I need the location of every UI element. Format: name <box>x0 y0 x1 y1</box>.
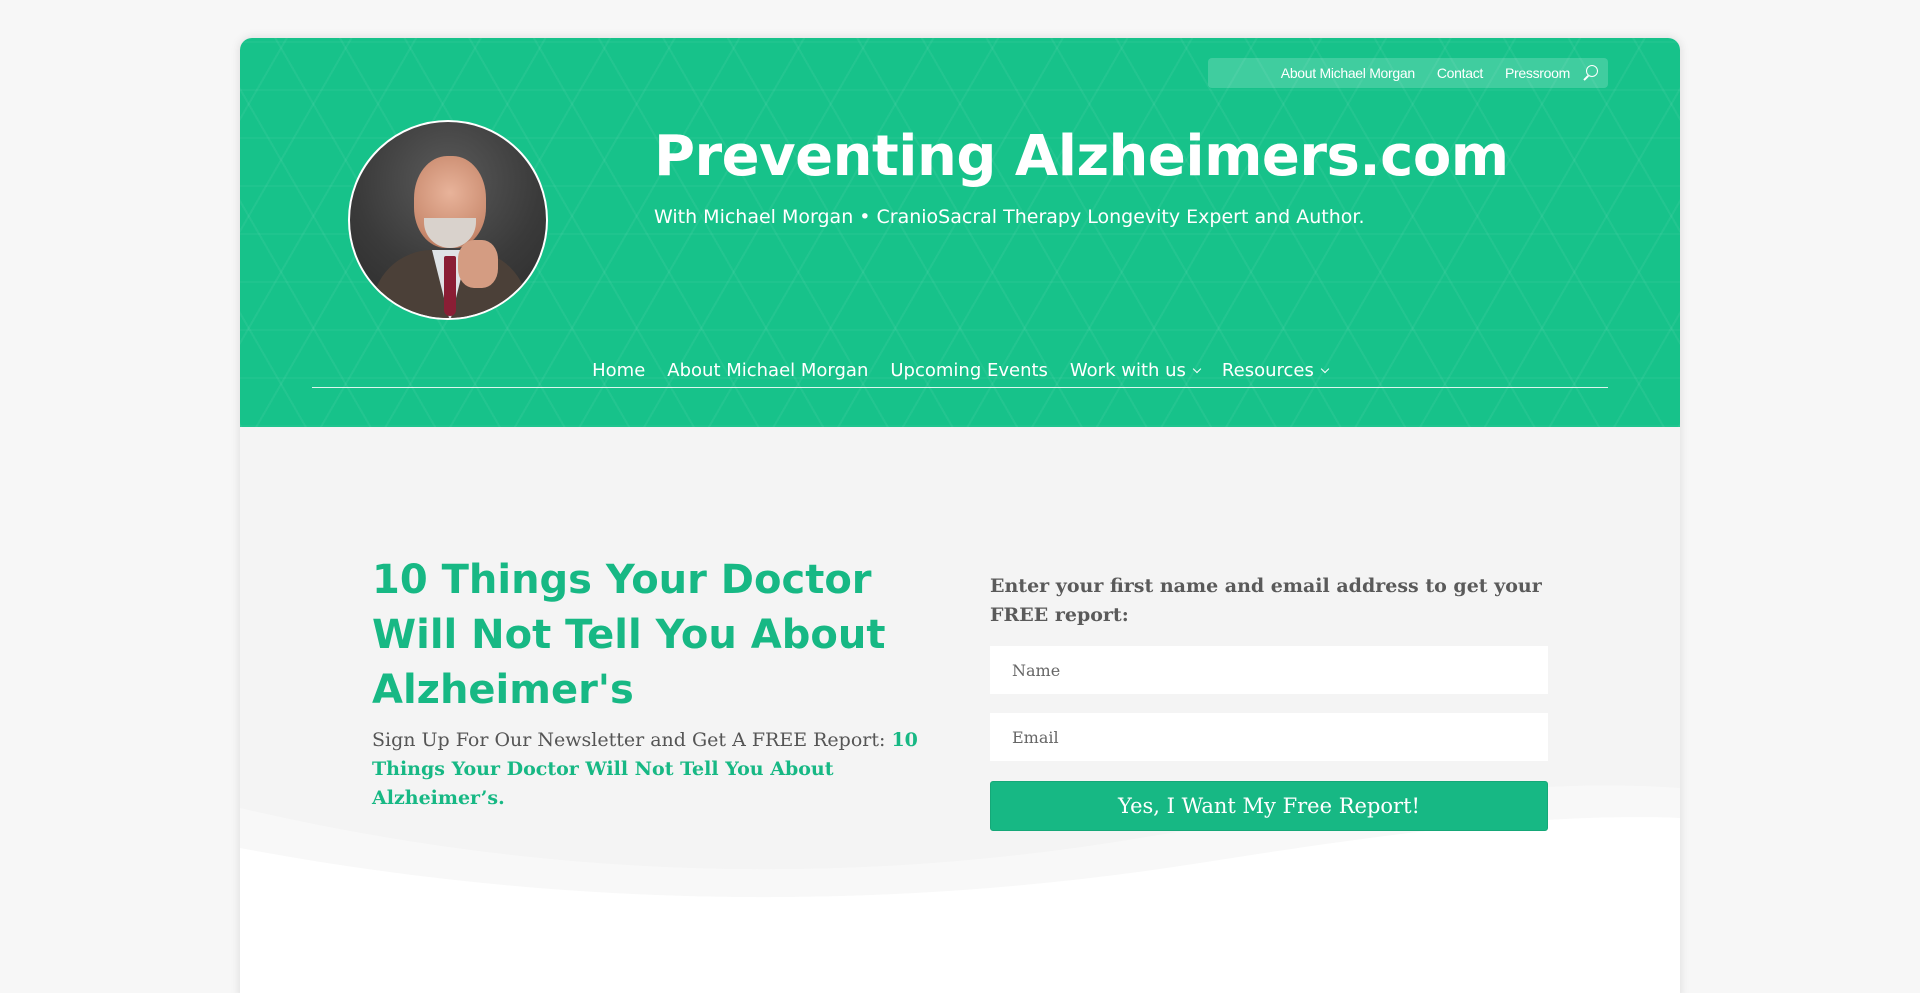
author-avatar <box>348 120 548 320</box>
signup-description: Sign Up For Our Newsletter and Get A FRE… <box>372 726 952 813</box>
nav-item-upcoming-events[interactable]: Upcoming Events <box>890 360 1048 381</box>
main-navigation: Home About Michael Morgan Upcoming Event… <box>312 360 1608 388</box>
signup-description-text: Sign Up For Our Newsletter and Get A FRE… <box>372 729 892 751</box>
submit-report-button[interactable]: Yes, I Want My Free Report! <box>990 781 1548 831</box>
nav-item-label: Upcoming Events <box>890 360 1048 381</box>
nav-item-label: Work with us <box>1069 360 1186 381</box>
report-headline: 10 Things Your Doctor Will Not Tell You … <box>372 557 886 713</box>
nav-item-label: Resources <box>1221 360 1314 381</box>
site-header: About Michael Morgan Contact Pressroom P… <box>240 38 1680 427</box>
page-container: About Michael Morgan Contact Pressroom P… <box>240 38 1680 993</box>
chevron-down-icon <box>1320 364 1330 373</box>
nav-item-home[interactable]: Home <box>592 360 645 381</box>
top-utility-bar: About Michael Morgan Contact Pressroom <box>1208 58 1608 88</box>
signup-form: Enter your first name and email address … <box>990 572 1548 831</box>
nav-item-label: Home <box>592 360 646 381</box>
top-link-pressroom[interactable]: Pressroom <box>1505 65 1570 81</box>
signup-section: 10 Things Your Doctor Will Not Tell You … <box>240 427 1680 993</box>
email-field[interactable] <box>990 713 1548 761</box>
form-instructions: Enter your first name and email address … <box>990 575 1542 626</box>
nav-item-label: About Michael Morgan <box>667 360 869 381</box>
top-link-contact[interactable]: Contact <box>1437 65 1483 81</box>
nav-item-about[interactable]: About Michael Morgan <box>667 360 868 381</box>
search-icon[interactable] <box>1582 65 1598 81</box>
nav-item-work-with-us[interactable]: Work with us <box>1069 360 1202 381</box>
nav-item-resources[interactable]: Resources <box>1221 360 1330 381</box>
name-field[interactable] <box>990 646 1548 694</box>
top-link-about[interactable]: About Michael Morgan <box>1281 65 1415 81</box>
site-tagline: With Michael Morgan • CranioSacral Thera… <box>654 206 1365 228</box>
site-title[interactable]: Preventing Alzheimers.com <box>654 124 1509 189</box>
chevron-down-icon <box>1192 364 1202 373</box>
